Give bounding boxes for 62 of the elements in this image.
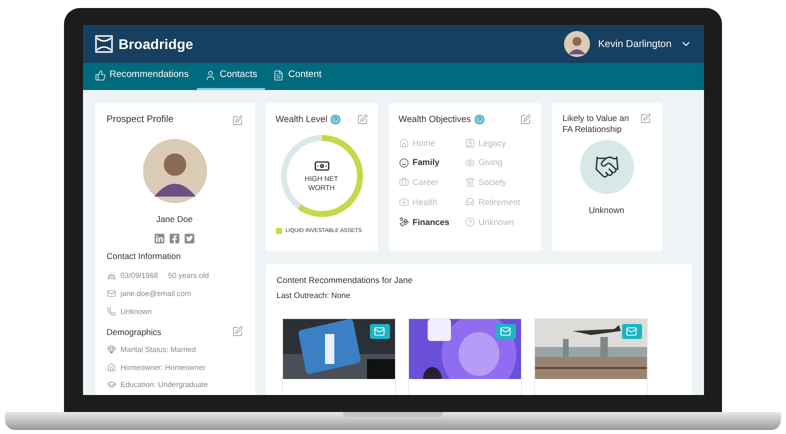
edit-icon[interactable] [356, 114, 368, 126]
document-icon [273, 70, 284, 81]
handshake-icon [594, 154, 620, 180]
linkedin-icon[interactable] [154, 233, 165, 244]
last-outreach: Last Outreach: None [276, 290, 352, 302]
armchair-icon [464, 197, 474, 208]
objective-item: Home [398, 136, 464, 150]
question-icon [464, 216, 474, 227]
brand-name: Broadridge [118, 34, 194, 54]
card-title: Content Recommendations for Jane [276, 274, 414, 287]
help-icon[interactable] [474, 114, 485, 126]
relationship-status: Unknown [588, 204, 624, 217]
twitter-icon[interactable] [184, 233, 195, 244]
mail-icon [106, 289, 116, 298]
section-heading: Demographics [106, 326, 162, 338]
objective-item: Family [398, 156, 464, 169]
edit-icon[interactable] [232, 326, 242, 338]
phone-icon [106, 307, 116, 316]
objective-item: Unknown [464, 216, 530, 228]
objective-item: Giving [464, 156, 530, 169]
avatar-icon [564, 31, 590, 57]
article-card[interactable] [408, 318, 522, 395]
bank-icon [464, 177, 474, 188]
house-icon [398, 138, 408, 148]
objective-item: Career [398, 176, 464, 189]
user-icon [204, 70, 216, 81]
house-icon [106, 362, 116, 372]
eye-icon [464, 158, 474, 168]
camera-icon [398, 197, 408, 208]
section-heading: Contact Information [106, 250, 182, 263]
edit-icon[interactable] [232, 114, 242, 126]
card-title: Wealth Objectives [398, 113, 471, 126]
objective-item: Legacy [464, 136, 530, 150]
objective-item: Society [464, 176, 530, 189]
facebook-icon[interactable] [169, 233, 180, 244]
contact-name: Jane Doe [156, 213, 193, 226]
mail-icon [626, 326, 637, 337]
edit-icon[interactable] [640, 113, 650, 124]
card-title: Prospect Profile [106, 113, 174, 127]
nav-tab[interactable]: Recommendations [86, 63, 197, 90]
nav-tab[interactable]: Contacts [196, 63, 266, 90]
objective-item: Health [398, 196, 464, 208]
edit-icon[interactable] [520, 114, 530, 126]
diamond-icon [106, 345, 116, 354]
thumbs-up-icon [94, 70, 106, 81]
card-title: Wealth Level [276, 113, 328, 126]
logo-icon [94, 35, 112, 53]
nav-tab[interactable]: Content [265, 63, 330, 90]
mail-icon [500, 326, 511, 337]
article-card[interactable] [282, 318, 396, 395]
portrait-icon [464, 138, 474, 148]
card-title: Likely to Value an FA Relationship [562, 113, 630, 134]
objective-item: Finances [398, 216, 464, 228]
user-menu[interactable]: Kevin Darlington [564, 31, 692, 57]
article-card[interactable] [534, 318, 648, 395]
mail-icon [374, 326, 385, 337]
briefcase-icon [398, 177, 408, 188]
help-icon[interactable] [330, 114, 342, 126]
objective-item: Retirement [464, 196, 530, 208]
profile-photo [142, 139, 206, 204]
face-icon [398, 158, 408, 168]
graduation-cap-icon [106, 380, 116, 389]
